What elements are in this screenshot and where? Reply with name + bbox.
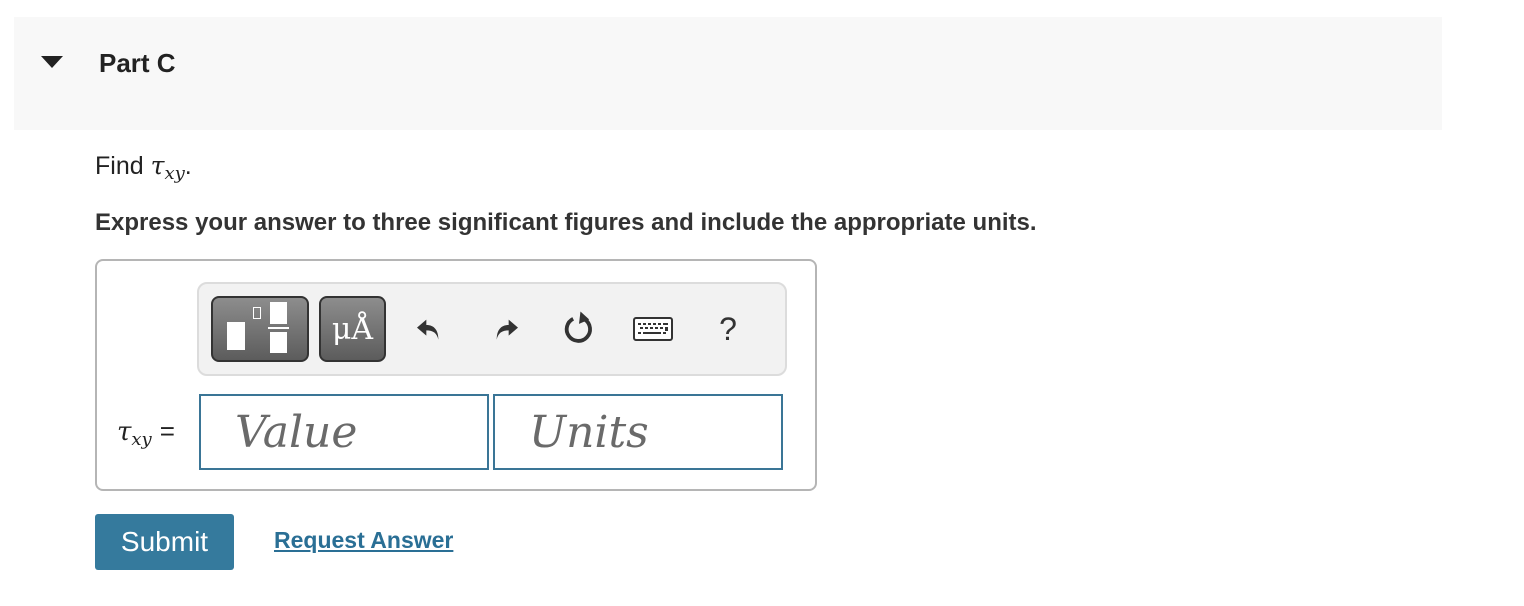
keyboard-icon xyxy=(633,317,673,341)
reset-button[interactable] xyxy=(557,306,601,352)
find-label: Find xyxy=(95,152,144,180)
help-button[interactable]: ? xyxy=(706,306,750,352)
collapse-caret-icon[interactable] xyxy=(41,56,63,68)
request-answer-link[interactable]: Request Answer xyxy=(274,527,453,554)
units-button[interactable]: μÅ xyxy=(319,296,386,362)
undo-button[interactable] xyxy=(407,306,451,352)
answer-tau-subscript: xy xyxy=(131,429,152,450)
units-input[interactable] xyxy=(493,394,783,470)
help-icon: ? xyxy=(719,310,737,347)
reset-icon xyxy=(564,311,592,343)
math-toolbar: μÅ ? xyxy=(197,282,787,376)
templates-button[interactable] xyxy=(211,296,309,362)
tau-symbol: τxy xyxy=(150,151,185,184)
submit-button[interactable]: Submit xyxy=(95,514,234,570)
keyboard-button[interactable] xyxy=(631,306,675,352)
tau-glyph: τ xyxy=(150,151,165,180)
equals-sign: = xyxy=(159,416,175,446)
units-icon: μÅ xyxy=(331,311,374,347)
undo-icon xyxy=(417,319,439,340)
redo-icon xyxy=(496,319,518,340)
instruction-text: Express your answer to three significant… xyxy=(95,209,1037,236)
answer-tau-glyph: τ xyxy=(117,417,132,447)
question-prompt: Find τxy. xyxy=(95,151,192,184)
tau-subscript: xy xyxy=(164,163,185,184)
answer-label: τxy = xyxy=(117,416,175,450)
prompt-period: . xyxy=(184,152,192,180)
part-header xyxy=(14,17,1442,130)
part-title: Part C xyxy=(99,48,176,78)
value-input[interactable] xyxy=(199,394,489,470)
redo-button[interactable] xyxy=(484,306,528,352)
